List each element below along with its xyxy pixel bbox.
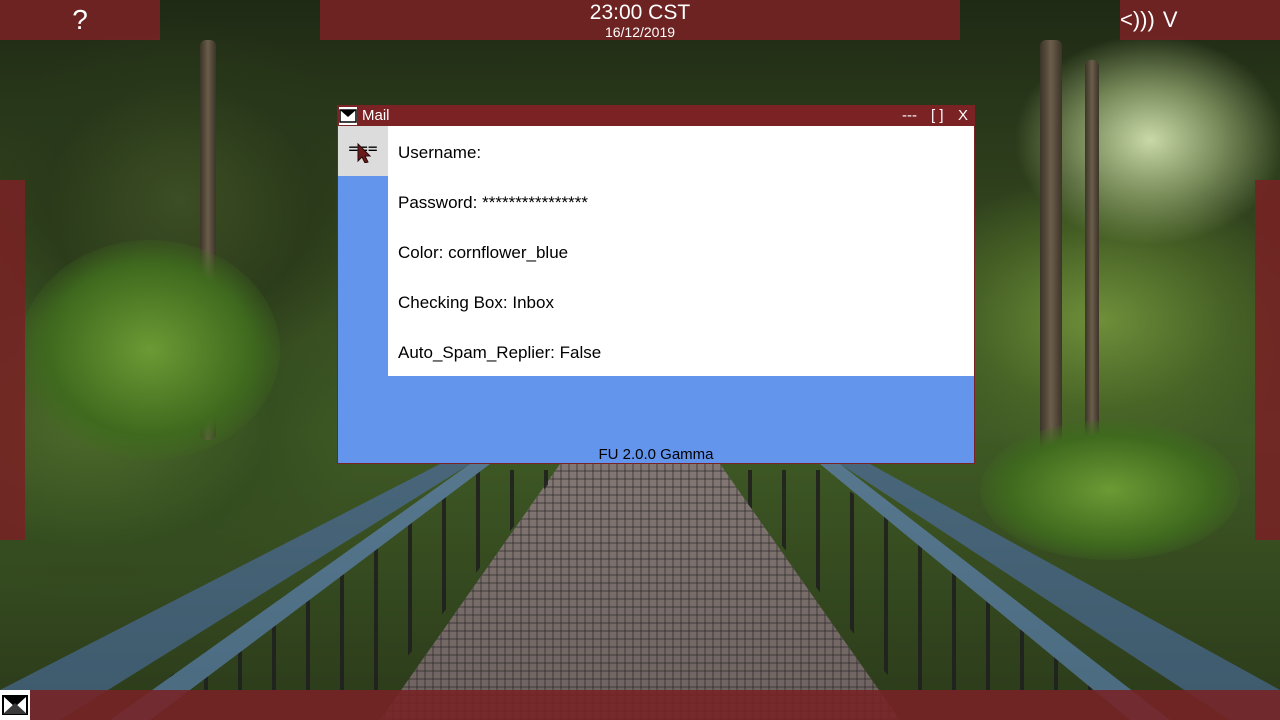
- wallpaper-tree-trunk: [1085, 60, 1099, 440]
- help-button[interactable]: ?: [0, 0, 160, 40]
- minimize-button[interactable]: ---: [902, 106, 917, 126]
- setting-checking-box[interactable]: Checking Box: Inbox: [398, 293, 554, 313]
- version-label: FU 2.0.0 Gamma: [598, 446, 714, 463]
- pointer-cursor-icon: [357, 143, 371, 163]
- setting-value: Inbox: [512, 293, 554, 312]
- volume-icon[interactable]: <))): [1120, 7, 1155, 33]
- wallpaper-tree-trunk: [1040, 40, 1062, 470]
- mail-window: Mail --- [ ] X === Username: Password: *…: [337, 105, 975, 464]
- setting-label: Auto_Spam_Replier:: [398, 343, 555, 362]
- start-button[interactable]: [0, 690, 30, 720]
- setting-label: Color:: [398, 243, 444, 262]
- setting-value: ****************: [482, 193, 588, 212]
- right-side-panel: [1255, 180, 1280, 540]
- setting-username[interactable]: Username:: [398, 143, 481, 163]
- wallpaper-fern: [20, 240, 280, 460]
- close-button[interactable]: X: [958, 106, 968, 126]
- desktop: ? 23:00 CST 16/12/2019 <))) V Mail --- […: [0, 0, 1280, 720]
- maximize-button[interactable]: [ ]: [931, 106, 944, 126]
- help-label: ?: [72, 4, 88, 35]
- setting-value: False: [559, 343, 602, 362]
- settings-panel: Username: Password: **************** Col…: [388, 126, 974, 376]
- wallpaper-fern: [980, 420, 1240, 560]
- window-title-bar[interactable]: Mail --- [ ] X: [338, 106, 974, 126]
- setting-color[interactable]: Color: cornflower_blue: [398, 243, 568, 263]
- clock-panel: 23:00 CST 16/12/2019: [320, 0, 960, 40]
- taskbar: [0, 690, 1280, 720]
- setting-label: Username:: [398, 143, 482, 162]
- setting-label: Checking Box:: [398, 293, 508, 312]
- setting-label: Password:: [398, 193, 478, 212]
- setting-value: cornflower_blue: [448, 243, 569, 262]
- envelope-icon: [2, 695, 28, 715]
- network-icon[interactable]: V: [1163, 7, 1178, 33]
- envelope-icon: [339, 107, 357, 125]
- system-tray: <))) V: [1120, 0, 1280, 40]
- setting-password[interactable]: Password: ****************: [398, 193, 588, 213]
- window-title: Mail: [362, 107, 390, 124]
- clock-time: 23:00 CST: [589, 1, 691, 24]
- left-side-panel: [0, 180, 25, 540]
- setting-auto-spam-replier[interactable]: Auto_Spam_Replier: False: [398, 343, 601, 363]
- clock-date: 16/12/2019: [604, 24, 676, 40]
